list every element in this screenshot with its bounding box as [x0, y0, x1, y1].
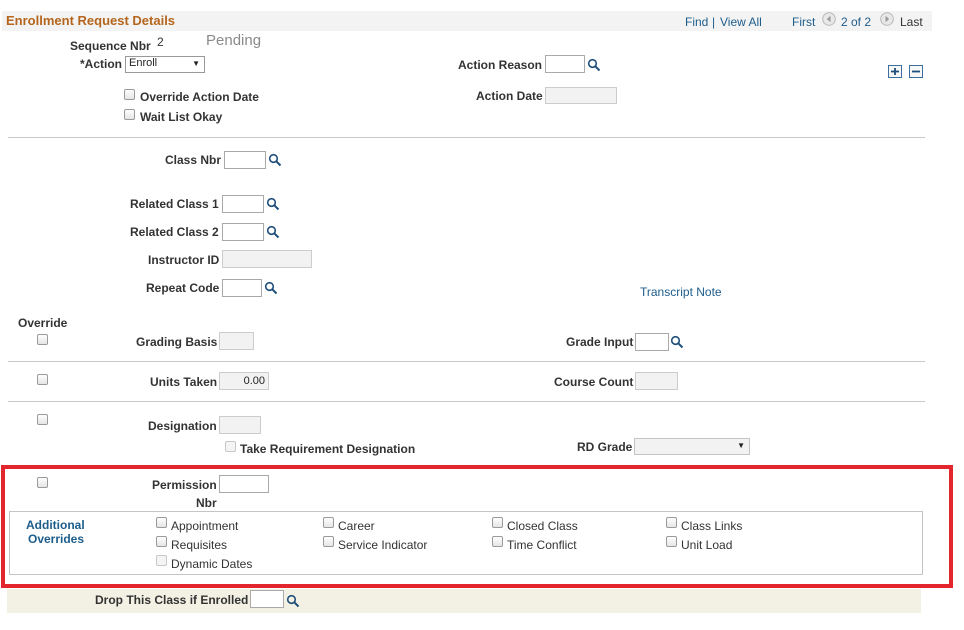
- units-taken-input: [219, 372, 269, 390]
- action-reason-label: Action Reason: [458, 58, 543, 72]
- instructor-id-label: Instructor ID: [148, 253, 220, 267]
- service-indicator-checkbox[interactable]: [323, 536, 334, 547]
- search-icon[interactable]: [266, 225, 280, 239]
- appointment-checkbox[interactable]: [156, 517, 167, 528]
- sequence-nbr-value: 2: [157, 35, 164, 49]
- closed-class-checkbox[interactable]: [492, 517, 503, 528]
- add-row-icon[interactable]: [888, 65, 902, 78]
- wait-list-okay-checkbox[interactable]: [124, 109, 135, 120]
- units-taken-override-checkbox[interactable]: [37, 374, 48, 385]
- drop-class-input[interactable]: [250, 590, 284, 608]
- dynamic-dates-label: Dynamic Dates: [171, 557, 253, 571]
- class-nbr-input[interactable]: [224, 151, 266, 169]
- chevron-down-icon: ▼: [192, 59, 200, 68]
- rd-grade-label: RD Grade: [577, 440, 633, 454]
- related-class-2-label: Related Class 2: [130, 225, 219, 239]
- search-icon[interactable]: [264, 281, 278, 295]
- take-requirement-designation-label: Take Requirement Designation: [240, 442, 416, 456]
- take-requirement-designation-checkbox: [225, 441, 236, 452]
- grading-basis-input: [219, 332, 254, 350]
- grading-basis-override-checkbox[interactable]: [37, 334, 48, 345]
- permission-override-checkbox[interactable]: [37, 477, 48, 488]
- grade-input-label: Grade Input: [566, 335, 634, 349]
- sequence-nbr-label: Sequence Nbr: [70, 39, 151, 53]
- career-checkbox[interactable]: [323, 517, 334, 528]
- service-indicator-label: Service Indicator: [338, 538, 428, 552]
- additional-overrides-box: [9, 511, 923, 575]
- class-links-checkbox[interactable]: [666, 517, 677, 528]
- course-count-label: Course Count: [554, 375, 634, 389]
- find-link[interactable]: Find: [685, 15, 708, 29]
- next-icon[interactable]: [880, 12, 894, 26]
- action-label: *Action: [80, 57, 122, 71]
- status-text: Pending: [206, 32, 262, 49]
- class-links-label: Class Links: [681, 519, 743, 533]
- repeat-code-label: Repeat Code: [146, 281, 220, 295]
- related-class-2-input[interactable]: [222, 223, 264, 241]
- rd-grade-select: ▼: [634, 438, 750, 455]
- wait-list-okay-label: Wait List Okay: [140, 110, 223, 124]
- grade-input-field[interactable]: [635, 333, 669, 351]
- page-info: 2 of 2: [841, 15, 872, 29]
- permission-nbr-label-2: Nbr: [196, 496, 217, 510]
- override-label: Override: [18, 316, 68, 330]
- grading-basis-label: Grading Basis: [136, 335, 218, 349]
- transcript-note-link[interactable]: Transcript Note: [640, 285, 722, 299]
- unit-load-label: Unit Load: [681, 538, 733, 552]
- permission-nbr-label: Permission: [152, 478, 217, 492]
- divider: [8, 361, 925, 362]
- view-all-link[interactable]: View All: [720, 15, 762, 29]
- dynamic-dates-checkbox: [156, 555, 167, 566]
- career-label: Career: [338, 519, 375, 533]
- time-conflict-label: Time Conflict: [507, 538, 577, 552]
- permission-nbr-input[interactable]: [219, 475, 269, 493]
- override-action-date-label: Override Action Date: [140, 90, 259, 104]
- action-reason-input[interactable]: [545, 55, 585, 73]
- search-icon[interactable]: [286, 594, 300, 608]
- first-label: First: [792, 15, 816, 29]
- search-icon[interactable]: [587, 58, 601, 72]
- delete-row-icon[interactable]: [909, 65, 923, 78]
- search-icon[interactable]: [268, 153, 282, 167]
- additional-overrides-label-2: Overrides: [28, 532, 85, 546]
- requisites-label: Requisites: [171, 538, 228, 552]
- override-action-date-checkbox[interactable]: [124, 89, 135, 100]
- divider: [8, 401, 925, 402]
- related-class-1-label: Related Class 1: [130, 197, 219, 211]
- action-date-label: Action Date: [476, 89, 543, 103]
- designation-label: Designation: [148, 419, 217, 433]
- designation-override-checkbox[interactable]: [37, 414, 48, 425]
- additional-overrides-label: Additional: [26, 518, 85, 532]
- last-label: Last: [900, 15, 923, 29]
- course-count-input: [635, 372, 678, 390]
- action-select-value: Enroll: [129, 57, 158, 69]
- search-icon[interactable]: [670, 335, 684, 349]
- chevron-down-icon: ▼: [737, 441, 745, 450]
- time-conflict-checkbox[interactable]: [492, 536, 503, 547]
- appointment-label: Appointment: [171, 519, 239, 533]
- units-taken-label: Units Taken: [150, 375, 218, 389]
- instructor-id-input: [222, 250, 312, 268]
- designation-input: [219, 416, 261, 434]
- action-date-input: [545, 87, 617, 104]
- action-select[interactable]: Enroll ▼: [125, 56, 205, 73]
- previous-icon[interactable]: [822, 12, 836, 26]
- page-title: Enrollment Request Details: [6, 13, 176, 28]
- repeat-code-input[interactable]: [222, 279, 262, 297]
- search-icon[interactable]: [266, 197, 280, 211]
- unit-load-checkbox[interactable]: [666, 536, 677, 547]
- related-class-1-input[interactable]: [222, 195, 264, 213]
- class-nbr-label: Class Nbr: [165, 153, 222, 167]
- requisites-checkbox[interactable]: [156, 536, 167, 547]
- closed-class-label: Closed Class: [507, 519, 578, 533]
- drop-class-label: Drop This Class if Enrolled: [95, 593, 249, 607]
- divider: [8, 137, 925, 138]
- header-separator: |: [712, 15, 716, 29]
